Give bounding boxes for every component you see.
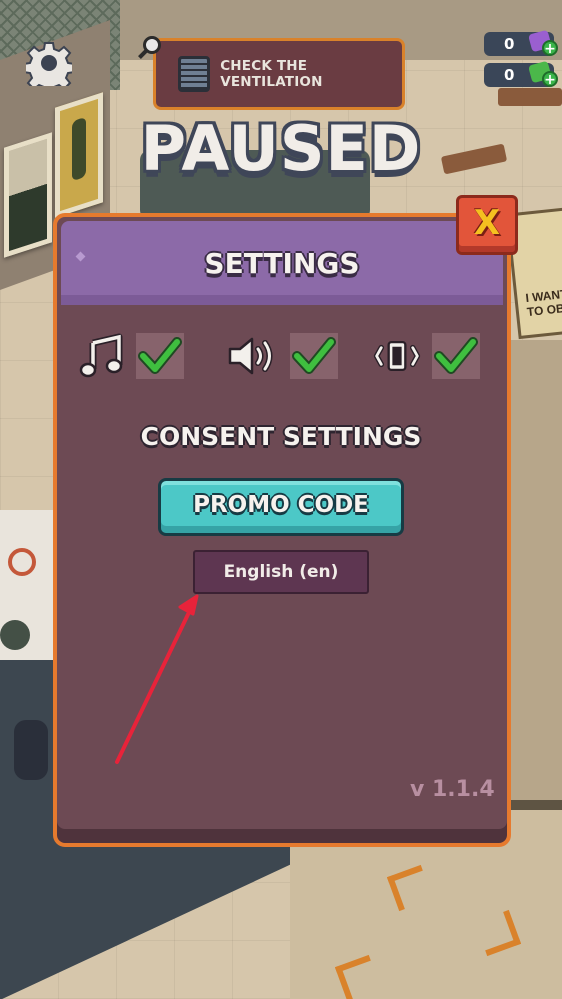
- consent-settings-link[interactable]: CONSENT SETTINGS: [0, 422, 562, 451]
- guard-helmet: [0, 620, 30, 650]
- vibration-icon: [372, 333, 422, 379]
- checkmark-icon: [434, 337, 478, 374]
- gear-icon[interactable]: [23, 40, 75, 94]
- settings-title: SETTINGS: [204, 247, 360, 280]
- objective-label: CHECK THE VENTILATION: [220, 58, 323, 90]
- language-label: English (en): [223, 562, 339, 582]
- speaker-icon: [226, 333, 276, 379]
- paused-title: PAUSED: [140, 112, 422, 185]
- poster-text: I WANT TO OB: [524, 286, 562, 320]
- checkmark-icon: [292, 337, 336, 374]
- sound-toggle[interactable]: [226, 333, 338, 379]
- objective-banner[interactable]: CHECK THE VENTILATION: [153, 38, 405, 110]
- music-toggle[interactable]: [78, 333, 184, 379]
- magnifier-icon: [143, 36, 161, 54]
- version-label: v 1.1.4: [410, 777, 495, 802]
- vent-icon: [178, 56, 211, 92]
- gem-amount: 0: [504, 35, 515, 53]
- vibration-toggle[interactable]: [372, 333, 480, 379]
- vibration-check[interactable]: [432, 333, 480, 379]
- police-guard: [14, 720, 48, 780]
- close-button[interactable]: X: [456, 195, 518, 255]
- add-cash-icon[interactable]: +: [542, 71, 558, 88]
- cash-counter[interactable]: 0 +: [484, 60, 558, 88]
- gem-counter[interactable]: 0 +: [484, 29, 558, 57]
- checkmark-icon: [138, 337, 182, 374]
- sound-check[interactable]: [290, 333, 338, 379]
- promo-code-label: PROMO CODE: [193, 492, 369, 518]
- promo-code-button[interactable]: PROMO CODE: [158, 478, 404, 536]
- dialog-header: SETTINGS: [61, 221, 503, 305]
- music-note-icon: [78, 333, 128, 379]
- language-button[interactable]: English (en): [193, 550, 369, 594]
- bench: [498, 88, 562, 106]
- music-check[interactable]: [136, 333, 184, 379]
- add-gems-icon[interactable]: +: [542, 40, 558, 57]
- close-icon: X: [473, 203, 501, 243]
- cash-amount: 0: [504, 66, 515, 84]
